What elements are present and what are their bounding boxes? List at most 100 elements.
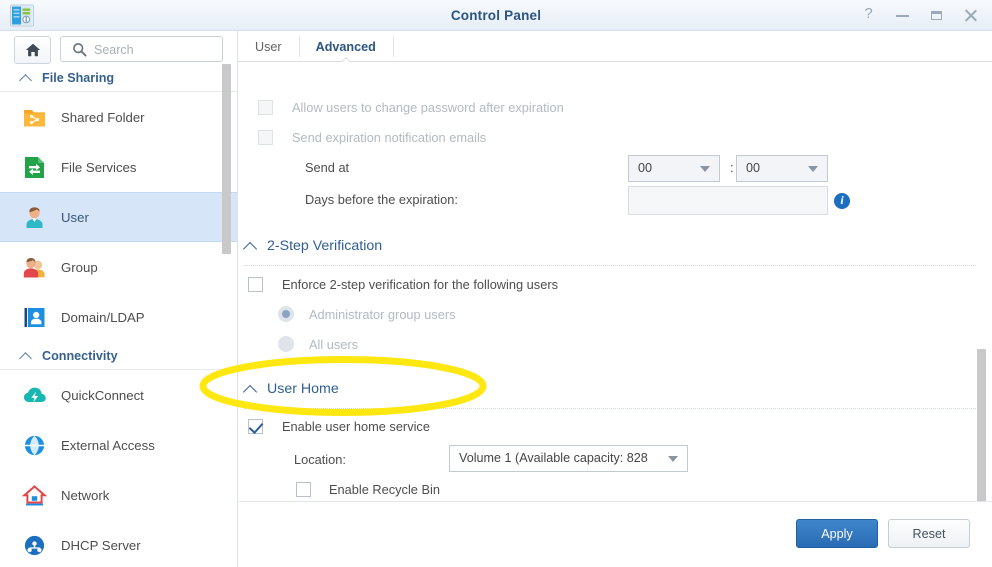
sidebar-item-label: External Access (61, 437, 155, 453)
sidebar-group-file-sharing[interactable]: File Sharing (0, 64, 237, 92)
search-box[interactable] (60, 36, 223, 63)
send-notification-emails-row[interactable]: Send expiration notification emails (258, 130, 486, 145)
search-icon (73, 43, 87, 57)
sidebar-item-group[interactable]: Group (0, 242, 237, 292)
send-at-minute-dropdown[interactable]: 00 (736, 155, 828, 182)
window-title: Control Panel (450, 8, 542, 23)
close-button[interactable] (963, 8, 978, 23)
radio-all-users[interactable]: All users (278, 336, 358, 352)
shared-folder-icon (22, 105, 47, 130)
enforce-2-step-label: Enforce 2-step verification for the foll… (282, 277, 558, 292)
enable-recycle-bin-checkbox[interactable] (296, 482, 311, 497)
footer-bar: Apply Reset (238, 501, 992, 567)
chevron-up-icon (20, 71, 33, 84)
home-button[interactable] (14, 36, 51, 64)
radio-button[interactable] (278, 336, 294, 352)
send-at-hour-value: 00 (638, 161, 653, 175)
sidebar-group-label: File Sharing (42, 70, 115, 85)
enforce-2-step-checkbox[interactable] (248, 277, 263, 292)
section-title: User Home (267, 381, 339, 397)
minimize-button[interactable] (895, 8, 910, 23)
sidebar-item-label: Domain/LDAP (61, 309, 145, 325)
home-icon (25, 43, 40, 57)
sidebar-item-label: User (61, 209, 89, 225)
sidebar-item-label: QuickConnect (61, 387, 144, 403)
section-divider (244, 265, 976, 266)
sidebar-item-label: DHCP Server (61, 537, 141, 553)
sidebar: File Sharing Shared Folder (0, 31, 238, 567)
content-area: User Advanced Allow users to change pass… (238, 31, 992, 567)
enable-recycle-bin-label: Enable Recycle Bin (329, 482, 440, 497)
tab-divider (392, 36, 394, 57)
sidebar-item-label: Network (61, 487, 110, 503)
section-header-2-step-verification[interactable]: 2-Step Verification (244, 238, 382, 254)
allow-change-password-label: Allow users to change password after exp… (292, 100, 564, 115)
sidebar-item-user[interactable]: User (0, 192, 237, 242)
enable-user-home-service-checkbox[interactable] (248, 419, 263, 434)
enforce-2-step-row[interactable]: Enforce 2-step verification for the foll… (248, 277, 558, 292)
tab-label: Advanced (315, 39, 376, 54)
chevron-up-icon (244, 382, 258, 396)
content-scrollbar[interactable] (977, 86, 986, 556)
chevron-down-icon (700, 166, 710, 172)
chevron-up-icon (244, 239, 258, 253)
reset-label: Reset (912, 526, 946, 541)
sidebar-item-dhcp-server[interactable]: DHCP Server (0, 520, 237, 567)
sidebar-scrollbar[interactable] (222, 64, 231, 567)
allow-change-password-checkbox[interactable] (258, 100, 273, 115)
maximize-button[interactable] (929, 8, 944, 23)
sidebar-group-label: Connectivity (42, 348, 118, 363)
send-at-minute-value: 00 (746, 161, 761, 175)
sidebar-scrollbar-thumb[interactable] (222, 64, 231, 254)
settings-scroll-pane: Allow users to change password after exp… (238, 62, 992, 533)
apply-label: Apply (821, 526, 853, 541)
enable-user-home-service-row[interactable]: Enable user home service (248, 419, 430, 434)
quickconnect-icon (22, 383, 47, 408)
allow-change-password-row[interactable]: Allow users to change password after exp… (258, 100, 564, 115)
info-icon[interactable] (834, 192, 850, 209)
search-input[interactable] (92, 37, 220, 63)
sidebar-nav: File Sharing Shared Folder File Services… (0, 64, 237, 567)
location-value: Volume 1 (Available capacity: 828 (459, 451, 648, 465)
send-notification-emails-checkbox[interactable] (258, 130, 273, 145)
chevron-down-icon (808, 166, 818, 172)
domain-ldap-icon (22, 305, 47, 330)
sidebar-item-file-services[interactable]: File Services (0, 142, 237, 192)
section-divider (244, 408, 976, 409)
send-at-row: Send at (305, 160, 349, 175)
window-controls (861, 0, 978, 31)
tab-user[interactable]: User (238, 31, 299, 62)
tab-label: User (255, 39, 282, 54)
radio-label: Administrator group users (309, 306, 456, 322)
sidebar-item-external-access[interactable]: External Access (0, 420, 237, 470)
location-row: Location: (294, 452, 346, 467)
sidebar-item-network[interactable]: Network (0, 470, 237, 520)
days-before-expiration-input[interactable] (628, 186, 828, 215)
sidebar-toolbar (0, 31, 237, 64)
sidebar-item-label: File Services (61, 159, 137, 175)
send-at-hour-dropdown[interactable]: 00 (628, 155, 720, 182)
location-dropdown[interactable]: Volume 1 (Available capacity: 828 (449, 445, 688, 472)
radio-administrator-group-users[interactable]: Administrator group users (278, 306, 456, 322)
user-icon (22, 205, 47, 230)
section-header-user-home[interactable]: User Home (244, 381, 339, 397)
dhcp-server-icon (22, 533, 47, 558)
apply-button[interactable]: Apply (796, 519, 878, 548)
file-services-icon (22, 155, 47, 180)
help-button[interactable] (861, 5, 876, 23)
enable-recycle-bin-row[interactable]: Enable Recycle Bin (296, 482, 440, 497)
send-notification-emails-label: Send expiration notification emails (292, 130, 487, 145)
sidebar-item-label: Shared Folder (61, 109, 145, 125)
radio-label: All users (309, 336, 359, 352)
external-access-icon (22, 433, 47, 458)
section-title: 2-Step Verification (267, 238, 383, 254)
sidebar-item-domain-ldap[interactable]: Domain/LDAP (0, 292, 237, 342)
sidebar-item-quickconnect[interactable]: QuickConnect (0, 370, 237, 420)
reset-button[interactable]: Reset (888, 519, 970, 548)
radio-button[interactable] (278, 306, 294, 322)
chevron-down-icon (668, 456, 678, 462)
chevron-up-icon (20, 349, 33, 362)
sidebar-item-shared-folder[interactable]: Shared Folder (0, 92, 237, 142)
sidebar-group-connectivity[interactable]: Connectivity (0, 342, 237, 370)
days-before-expiration-label: Days before the expiration: (305, 192, 458, 207)
